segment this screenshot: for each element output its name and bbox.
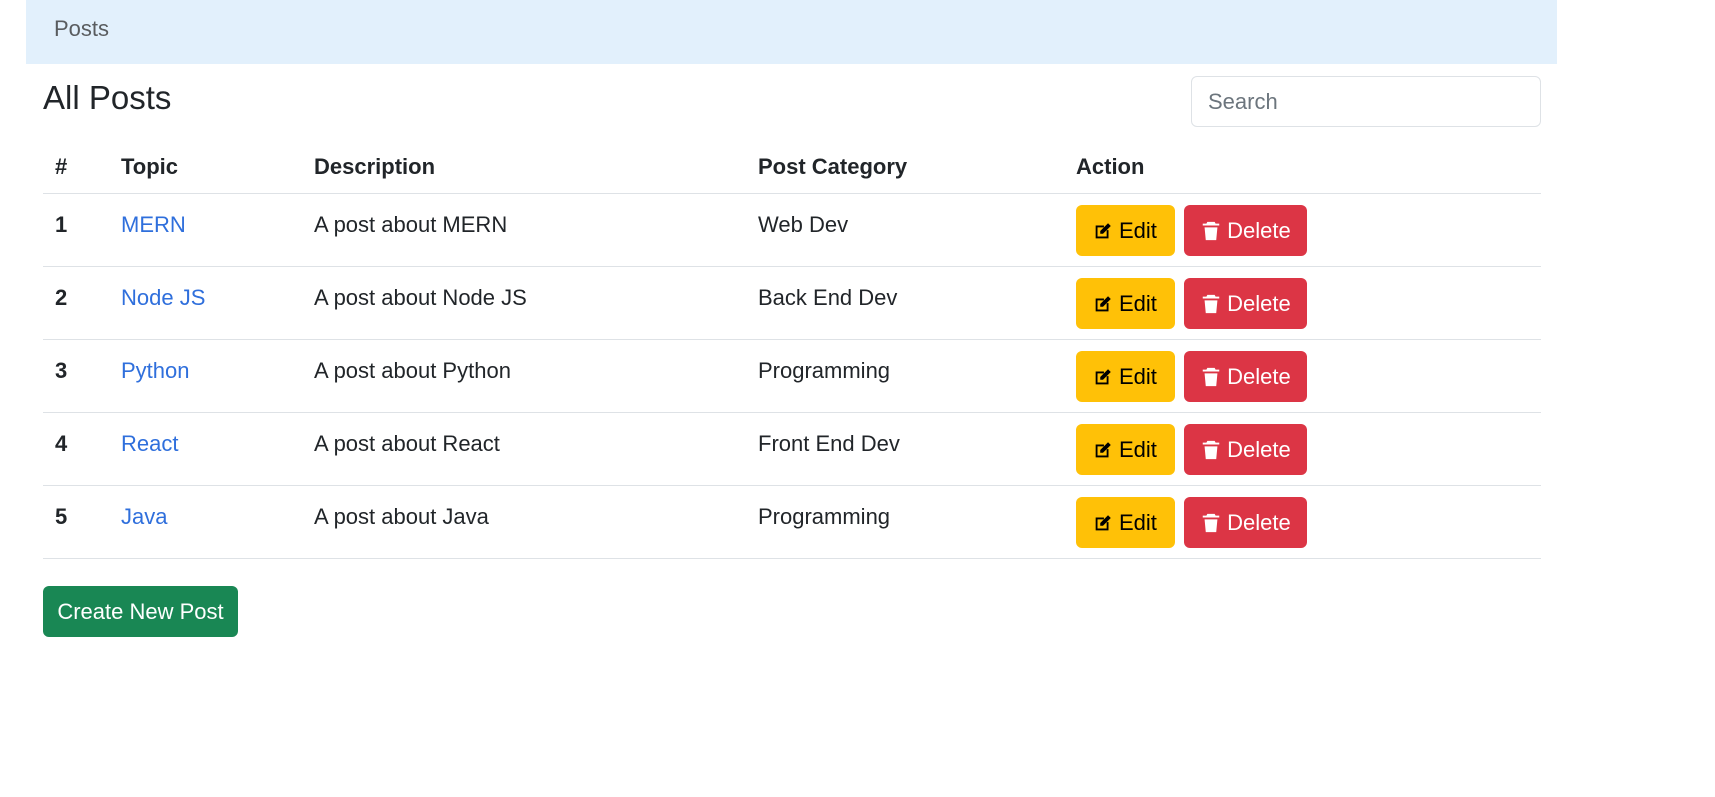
row-description: A post about React bbox=[302, 412, 746, 486]
topic-link[interactable]: Node JS bbox=[121, 285, 205, 310]
posts-table: # Topic Description Post Category Action… bbox=[43, 141, 1541, 559]
topic-link[interactable]: React bbox=[121, 431, 178, 456]
row-category: Back End Dev bbox=[746, 266, 1064, 340]
row-description: A post about Node JS bbox=[302, 266, 746, 340]
table-header-row: # Topic Description Post Category Action bbox=[43, 141, 1541, 194]
row-category: Web Dev bbox=[746, 193, 1064, 267]
row-number: 3 bbox=[43, 339, 109, 413]
column-header-category: Post Category bbox=[746, 141, 1064, 194]
delete-label: Delete bbox=[1227, 436, 1291, 462]
trash-icon bbox=[1200, 366, 1222, 388]
column-header-description: Description bbox=[302, 141, 746, 194]
page-title: All Posts bbox=[43, 79, 172, 116]
search-input[interactable] bbox=[1191, 76, 1541, 127]
row-description: A post about Python bbox=[302, 339, 746, 413]
edit-button[interactable]: Edit bbox=[1076, 497, 1175, 548]
delete-label: Delete bbox=[1227, 363, 1291, 389]
row-number: 2 bbox=[43, 266, 109, 340]
column-header-action: Action bbox=[1064, 141, 1541, 194]
delete-label: Delete bbox=[1227, 217, 1291, 243]
topic-link[interactable]: MERN bbox=[121, 212, 186, 237]
trash-icon bbox=[1200, 220, 1222, 242]
delete-button[interactable]: Delete bbox=[1184, 497, 1308, 548]
edit-icon bbox=[1092, 293, 1114, 315]
delete-button[interactable]: Delete bbox=[1184, 351, 1308, 402]
row-number: 1 bbox=[43, 193, 109, 267]
edit-icon bbox=[1092, 366, 1114, 388]
edit-label: Edit bbox=[1119, 290, 1157, 316]
delete-button[interactable]: Delete bbox=[1184, 205, 1308, 256]
navbar: Posts bbox=[26, 0, 1557, 64]
trash-icon bbox=[1200, 293, 1222, 315]
edit-label: Edit bbox=[1119, 436, 1157, 462]
delete-button[interactable]: Delete bbox=[1184, 278, 1308, 329]
table-row: 4 React A post about React Front End Dev… bbox=[43, 412, 1541, 486]
table-row: 1 MERN A post about MERN Web Dev Edit De… bbox=[43, 193, 1541, 267]
table-row: 5 Java A post about Java Programming Edi… bbox=[43, 485, 1541, 559]
trash-icon bbox=[1200, 512, 1222, 534]
row-actions: Edit Delete bbox=[1064, 412, 1541, 486]
delete-button[interactable]: Delete bbox=[1184, 424, 1308, 475]
create-new-post-button[interactable]: Create New Post bbox=[43, 586, 238, 637]
navbar-brand[interactable]: Posts bbox=[54, 16, 109, 42]
column-header-num: # bbox=[43, 141, 109, 194]
edit-icon bbox=[1092, 220, 1114, 242]
topic-link[interactable]: Java bbox=[121, 504, 167, 529]
row-actions: Edit Delete bbox=[1064, 266, 1541, 340]
edit-icon bbox=[1092, 439, 1114, 461]
edit-label: Edit bbox=[1119, 509, 1157, 535]
row-number: 4 bbox=[43, 412, 109, 486]
row-number: 5 bbox=[43, 485, 109, 559]
edit-button[interactable]: Edit bbox=[1076, 278, 1175, 329]
row-actions: Edit Delete bbox=[1064, 339, 1541, 413]
row-description: A post about Java bbox=[302, 485, 746, 559]
row-actions: Edit Delete bbox=[1064, 193, 1541, 267]
edit-button[interactable]: Edit bbox=[1076, 351, 1175, 402]
delete-label: Delete bbox=[1227, 290, 1291, 316]
edit-label: Edit bbox=[1119, 217, 1157, 243]
edit-label: Edit bbox=[1119, 363, 1157, 389]
row-category: Programming bbox=[746, 339, 1064, 413]
row-actions: Edit Delete bbox=[1064, 485, 1541, 559]
table-row: 3 Python A post about Python Programming… bbox=[43, 339, 1541, 413]
edit-button[interactable]: Edit bbox=[1076, 205, 1175, 256]
column-header-topic: Topic bbox=[109, 141, 302, 194]
delete-label: Delete bbox=[1227, 509, 1291, 535]
row-category: Front End Dev bbox=[746, 412, 1064, 486]
trash-icon bbox=[1200, 439, 1222, 461]
row-description: A post about MERN bbox=[302, 193, 746, 267]
row-category: Programming bbox=[746, 485, 1064, 559]
edit-icon bbox=[1092, 512, 1114, 534]
edit-button[interactable]: Edit bbox=[1076, 424, 1175, 475]
topic-link[interactable]: Python bbox=[121, 358, 190, 383]
table-row: 2 Node JS A post about Node JS Back End … bbox=[43, 266, 1541, 340]
